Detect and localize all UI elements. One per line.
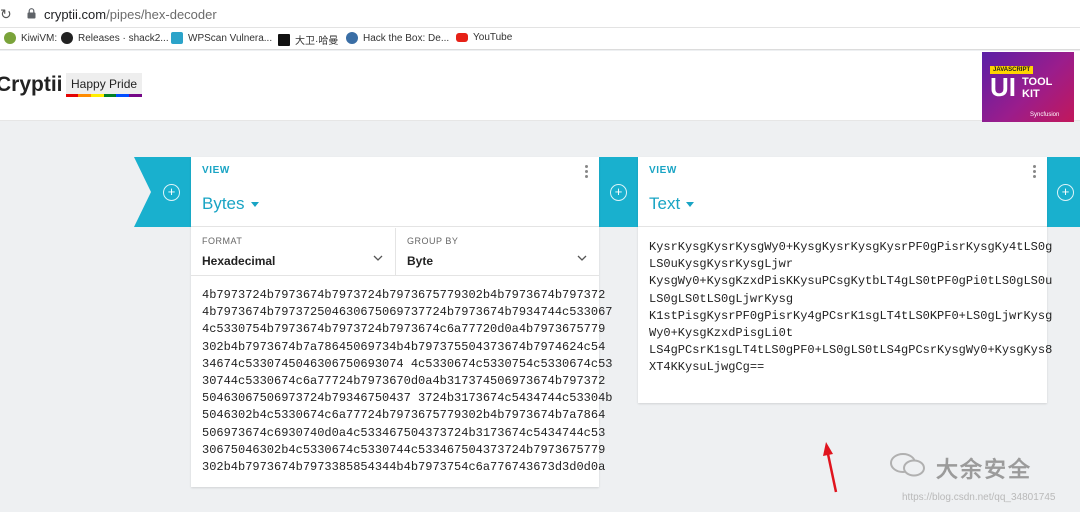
- text-panel: VIEW Text KysrKysgKysrKysgWy0+KysgKysrKy…: [638, 157, 1052, 403]
- ad-line2: KIT: [1022, 88, 1040, 100]
- github-icon: [61, 32, 73, 44]
- text-line: LS0uKysgKysrKysgLjwr: [649, 257, 794, 272]
- add-encoder-icon[interactable]: +: [163, 184, 180, 201]
- text-line: Wy0+KysgKzxdPisgLi0t: [649, 326, 794, 341]
- hex-line: 506973674c6930740d0a4c533467504373724b31…: [202, 425, 606, 440]
- advertisement-banner[interactable]: JAVASCRIPT UI TOOL KIT Syncfusion: [982, 52, 1074, 122]
- text-line: XT4KKysuLjwgCg==: [649, 360, 765, 375]
- text-output[interactable]: KysrKysgKysrKysgWy0+KysgKysrKysgKysrPF0g…: [649, 239, 1052, 377]
- ad-brand: Syncfusion: [1030, 112, 1060, 118]
- format-label: FORMAT: [202, 236, 243, 246]
- hex-line: 50463067506973724b79346750437 3724b31736…: [202, 391, 613, 406]
- bookmark-wpscan[interactable]: WPScan Vulnera...: [171, 32, 272, 44]
- bookmark-hackthebox[interactable]: Hack the Box: De...: [346, 32, 449, 44]
- wechat-watermark-icon: [890, 453, 925, 477]
- lock-icon[interactable]: [27, 8, 36, 19]
- bookmark-label: Hack the Box: De...: [363, 32, 450, 44]
- add-encoder-icon[interactable]: +: [610, 184, 627, 201]
- bookmarks-bar: KiwiVM: Releases · shack2... WPScan Vuln…: [0, 28, 1080, 50]
- text-line: KysrKysgKysrKysgWy0+KysgKysrKysgKysrPF0g…: [649, 240, 1053, 254]
- panel-header: VIEW Bytes: [191, 157, 599, 227]
- add-encoder-icon[interactable]: +: [1057, 184, 1074, 201]
- rainbow-underline: [66, 94, 143, 97]
- text-line: LS0gLS0tLS0gLjwrKysg: [649, 291, 794, 306]
- hex-input[interactable]: 4b7973724b7973674b7973724b7973675779302b…: [202, 287, 612, 476]
- panel-kicker: VIEW: [649, 165, 677, 176]
- happy-pride-button[interactable]: Happy Pride: [66, 73, 143, 97]
- bookmark-label: YouTube: [473, 32, 513, 43]
- bytes-panel: VIEW Bytes FORMAT Hexadecimal GROUP BY B…: [191, 157, 612, 487]
- watermark-url: https://blog.csdn.net/qq_34801745: [902, 492, 1056, 503]
- brand-logo[interactable]: Cryptii: [0, 73, 63, 97]
- hex-line: 4c5330754b7973674b7973724b7973674c6a7772…: [202, 322, 606, 337]
- bookmark-label: KiwiVM:: [21, 32, 58, 44]
- bookmark-dh[interactable]: 大卫·哈曼: [278, 32, 338, 47]
- hex-line: 4b7973674b797372504630675069737724b79736…: [202, 305, 613, 320]
- text-line: LS4gPCsrK1sgLT4tLS0gPF0+LS0gLS0tLS4gPCsr…: [649, 343, 1053, 358]
- group-by-select[interactable]: GROUP BY Byte: [396, 228, 599, 276]
- caret-down-icon: [686, 201, 695, 207]
- more-options-icon[interactable]: [585, 165, 589, 180]
- bookmark-youtube[interactable]: YouTube: [456, 32, 512, 43]
- caret-down-icon: [250, 201, 259, 207]
- format-select[interactable]: FORMAT Hexadecimal: [191, 228, 396, 276]
- reload-icon[interactable]: ↻: [0, 6, 12, 23]
- wordpress-icon: [346, 32, 358, 44]
- bookmark-github-releases[interactable]: Releases · shack2...: [61, 32, 169, 44]
- view-title: Text: [649, 194, 681, 213]
- hex-line: 30744c5330674c6a77724b7973670d0a4b317374…: [202, 374, 606, 389]
- bookmark-label: 大卫·哈曼: [295, 36, 339, 47]
- hex-line: 302b4b7973674b7973385854344b4b7973754c6a…: [202, 460, 606, 475]
- hex-line: 4b7973724b7973674b7973724b7973675779302b…: [202, 288, 606, 302]
- hex-line: 5046302b4c5330674c6a77724b7973675779302b…: [202, 408, 606, 423]
- view-title: Bytes: [202, 194, 245, 213]
- annotation-arrow-icon: [823, 442, 838, 493]
- text-line: KysgWy0+KysgKzxdPisKKysuPCsgKytbLT4gLS0t…: [649, 274, 1053, 289]
- hex-line: 302b4b7973674b7a78645069734b4b7973755043…: [202, 339, 606, 354]
- url-path: /pipes/hex-decoder: [106, 7, 217, 22]
- bookmark-label: WPScan Vulnera...: [188, 32, 273, 44]
- address-input[interactable]: cryptii.com/pipes/hex-decoder: [44, 7, 217, 22]
- view-selector[interactable]: Text: [649, 194, 695, 214]
- dh-icon: [278, 33, 290, 46]
- group-by-label: GROUP BY: [407, 236, 459, 246]
- panel-header: VIEW Text: [638, 157, 1047, 227]
- bookmark-label: Releases · shack2...: [78, 32, 169, 44]
- url-host: cryptii.com: [44, 7, 107, 22]
- format-value: Hexadecimal: [202, 254, 276, 268]
- hex-line: 30675046302b4c5330674c5330744c5334675043…: [202, 442, 606, 457]
- chevron-down-icon: [373, 255, 383, 261]
- browser-url-bar: ↻ cryptii.com/pipes/hex-decoder: [0, 0, 1080, 28]
- group-by-value: Byte: [407, 254, 434, 268]
- youtube-icon: [456, 33, 468, 42]
- ad-big-text: UI: [990, 72, 1016, 102]
- text-line: K1stPisgKysrPF0gPisrKy4gPCsrK1sgLT4tLS0K…: [649, 308, 1053, 323]
- wpscan-icon: [171, 32, 183, 44]
- watermark-name: 大余安全: [936, 457, 1033, 482]
- more-options-icon[interactable]: [1033, 165, 1037, 180]
- ad-line1: TOOL: [1022, 76, 1053, 88]
- bookmark-kiwivm[interactable]: KiwiVM:: [4, 32, 57, 44]
- panel-kicker: VIEW: [202, 165, 230, 176]
- hex-line: 34674c5330745046306750693074 4c5330674c5…: [202, 356, 613, 371]
- app-header: [0, 51, 1080, 121]
- kiwivm-icon: [4, 32, 16, 44]
- chevron-down-icon: [577, 255, 587, 261]
- happy-pride-label: Happy Pride: [71, 77, 138, 91]
- view-selector[interactable]: Bytes: [202, 194, 259, 214]
